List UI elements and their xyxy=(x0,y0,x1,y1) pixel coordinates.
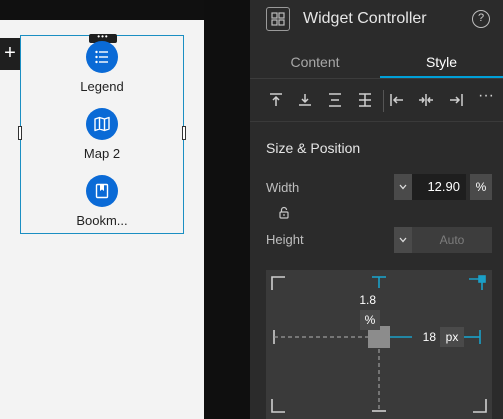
widget-map[interactable]: Map 2 xyxy=(21,108,183,161)
width-unit-button[interactable]: % xyxy=(470,174,492,200)
chevron-down-icon xyxy=(399,184,407,190)
settings-panel: Widget Controller ? Content Style ··· Si… xyxy=(250,0,503,419)
panel-header: Widget Controller ? xyxy=(250,0,503,40)
anchor-top-right xyxy=(469,275,486,290)
map-icon xyxy=(86,108,118,140)
widget-label-map: Map 2 xyxy=(83,146,121,161)
width-label: Width xyxy=(266,180,300,195)
widget-controller-selection[interactable]: ••• Legend Map 2 Bookm... xyxy=(18,33,186,234)
align-bottom-icon[interactable] xyxy=(356,91,374,109)
align-horizontal-center-icon[interactable] xyxy=(417,91,435,109)
top-offset-value[interactable]: 1.8 xyxy=(354,290,376,310)
canvas-area: + ••• Legend Map 2 Bookm... xyxy=(0,0,204,419)
height-label: Height xyxy=(266,232,304,247)
more-align-options-button[interactable]: ··· xyxy=(478,87,496,105)
align-center-icon[interactable] xyxy=(326,91,344,109)
widget-controller-icon xyxy=(266,7,290,31)
section-title: Size & Position xyxy=(266,140,361,156)
tab-style[interactable]: Style xyxy=(380,44,503,78)
widget-label-legend: Legend xyxy=(80,79,124,94)
chevron-down-icon xyxy=(399,237,407,243)
right-offset-unit[interactable]: px xyxy=(440,327,464,347)
toolbar-divider xyxy=(383,90,384,112)
right-offset-value[interactable]: 18 xyxy=(414,327,436,347)
help-icon[interactable]: ? xyxy=(472,10,490,28)
height-dropdown-button[interactable] xyxy=(394,227,412,253)
widget-label-bookmark: Bookm... xyxy=(76,213,128,228)
panel-title: Widget Controller xyxy=(303,10,427,27)
list-icon xyxy=(86,41,118,73)
align-middle-icon[interactable] xyxy=(296,91,314,109)
right-offset-field[interactable]: 18 px xyxy=(414,327,464,347)
alignment-toolbar: ··· xyxy=(250,79,503,122)
widget-bookmark[interactable]: Bookm... xyxy=(21,175,183,228)
align-top-icon[interactable] xyxy=(267,91,285,109)
top-offset-unit[interactable]: % xyxy=(360,310,380,330)
width-input[interactable]: 12.90 xyxy=(412,174,466,200)
panel-tabs: Content Style xyxy=(250,44,503,79)
add-widget-button[interactable]: + xyxy=(0,38,20,70)
top-offset-field[interactable]: 1.8% xyxy=(354,290,394,330)
width-dropdown-button[interactable] xyxy=(394,174,412,200)
left-connector xyxy=(273,330,368,344)
height-input[interactable]: Auto xyxy=(412,227,492,253)
lock-aspect-icon[interactable] xyxy=(278,206,290,220)
align-left-icon[interactable] xyxy=(388,91,406,109)
position-editor: 1.8% 18 px xyxy=(266,270,492,419)
widget-legend[interactable]: Legend xyxy=(21,41,183,94)
bookmark-icon xyxy=(86,175,118,207)
bottom-connector xyxy=(372,349,386,412)
align-right-icon[interactable] xyxy=(447,91,465,109)
tab-content[interactable]: Content xyxy=(250,44,380,78)
